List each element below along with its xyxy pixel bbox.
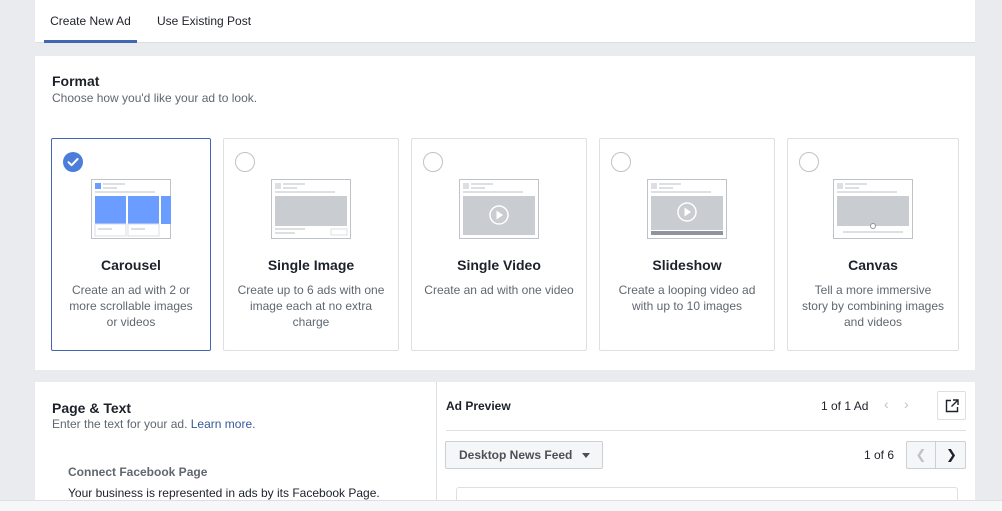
placement-dropdown-label: Desktop News Feed bbox=[459, 448, 573, 462]
page-text-title: Page & Text bbox=[52, 400, 132, 416]
format-name: Single Video bbox=[457, 257, 541, 273]
radio-button-icon bbox=[423, 152, 443, 172]
format-option-single-video[interactable]: Single Video Create an ad with one video bbox=[411, 138, 587, 351]
next-ad-icon[interactable]: › bbox=[904, 396, 909, 412]
ad-preview-section: Ad Preview 1 of 1 Ad ‹ › Desktop News Fe… bbox=[436, 382, 975, 511]
caret-down-icon bbox=[582, 453, 590, 458]
format-description: Create a looping video ad with up to 10 … bbox=[618, 283, 756, 313]
tab-create-new-ad[interactable]: Create New Ad bbox=[44, 0, 137, 43]
format-description: Create an ad with 2 or more scrollable i… bbox=[69, 283, 193, 329]
learn-more-link[interactable]: Learn more. bbox=[191, 417, 256, 431]
carousel-thumbnail-icon bbox=[91, 179, 171, 244]
format-option-single-image[interactable]: Single Image Create up to 6 ads with one… bbox=[223, 138, 399, 351]
preview-page-count: 1 of 6 bbox=[864, 448, 895, 462]
radio-button-icon bbox=[611, 152, 631, 172]
format-description: Create up to 6 ads with one image each a… bbox=[237, 283, 385, 329]
connect-facebook-page-label: Connect Facebook Page bbox=[68, 465, 208, 479]
next-preview-button[interactable]: ❯ bbox=[937, 442, 966, 468]
page-text-subtitle: Enter the text for your ad. Learn more. bbox=[52, 417, 255, 431]
slideshow-thumbnail-icon bbox=[647, 179, 727, 244]
format-section: Format Choose how you'd like your ad to … bbox=[35, 56, 975, 370]
format-name: Canvas bbox=[848, 257, 898, 273]
connect-facebook-page-description: Your business is represented in ads by i… bbox=[68, 486, 380, 500]
page-and-text-section: Page & Text Enter the text for your ad. … bbox=[35, 382, 436, 511]
format-description: Create an ad with one video bbox=[424, 283, 574, 297]
format-option-slideshow[interactable]: Slideshow Create a looping video ad with… bbox=[599, 138, 775, 351]
ad-creation-tabs: Create New Ad Use Existing Post bbox=[35, 0, 975, 43]
radio-button-icon bbox=[799, 152, 819, 172]
single-image-thumbnail-icon bbox=[271, 179, 351, 244]
format-option-canvas[interactable]: Canvas Tell a more immersive story by co… bbox=[787, 138, 959, 351]
format-description: Tell a more immersive story by combining… bbox=[801, 283, 945, 329]
previous-ad-icon[interactable]: ‹ bbox=[884, 396, 889, 412]
radio-button-icon bbox=[235, 152, 255, 172]
canvas-thumbnail-icon bbox=[833, 179, 913, 244]
bottom-bar bbox=[0, 500, 1002, 511]
format-title: Format bbox=[52, 73, 100, 89]
open-preview-button[interactable] bbox=[937, 391, 966, 420]
ad-preview-title: Ad Preview bbox=[446, 399, 511, 413]
format-name: Single Image bbox=[267, 257, 355, 273]
divider bbox=[446, 430, 966, 431]
check-circle-icon bbox=[63, 152, 83, 172]
single-video-thumbnail-icon bbox=[459, 179, 539, 244]
format-name: Carousel bbox=[101, 257, 161, 273]
preview-pager: ❮ ❯ bbox=[906, 441, 966, 469]
ad-count-label: 1 of 1 Ad bbox=[821, 399, 869, 413]
previous-preview-button[interactable]: ❮ bbox=[907, 442, 936, 468]
format-name: Slideshow bbox=[652, 257, 722, 273]
page-text-subtitle-text: Enter the text for your ad. bbox=[52, 417, 188, 431]
placement-dropdown[interactable]: Desktop News Feed bbox=[445, 441, 603, 469]
tab-use-existing-post[interactable]: Use Existing Post bbox=[157, 0, 251, 43]
external-link-icon bbox=[945, 399, 959, 413]
format-subtitle: Choose how you'd like your ad to look. bbox=[52, 91, 258, 105]
format-option-carousel[interactable]: Carousel Create an ad with 2 or more scr… bbox=[51, 138, 211, 351]
